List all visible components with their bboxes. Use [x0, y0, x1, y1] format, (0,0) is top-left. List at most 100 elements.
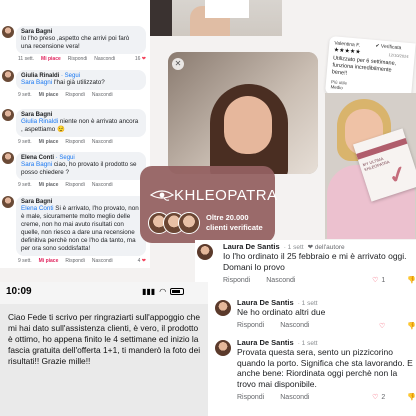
comment-text: Giulia Rinaldi niente non è arrivato anc… — [21, 118, 139, 133]
comment-text: Sara Bagni ciao, ho provato il prodotto … — [21, 161, 137, 176]
comment-text: Ne ho ordinato altri due — [237, 307, 326, 317]
battery-icon — [170, 288, 185, 295]
comment-bubble: Giulia Rinaldi · Segui Sara Bagni l'hai … — [16, 70, 146, 90]
verified-customers-count: Oltre 20.000 clienti verificate — [206, 213, 263, 232]
comment-time: 9 sett. — [18, 92, 32, 98]
customer-selfie-photo: ✕ — [168, 52, 318, 174]
like-icon[interactable]: ♡ — [379, 322, 385, 330]
brand-badge: KHLEOPATRA Oltre 20.000 clienti verifica… — [140, 166, 278, 243]
message-text: Ciao Fede ti scrivo per ringraziarti sul… — [0, 304, 208, 416]
avatar[interactable] — [2, 196, 14, 208]
comment-actions: 9 sett. Mi piace Rispondi Nascondi — [18, 92, 146, 98]
commenter-name[interactable]: Laura De Santis — [237, 298, 294, 307]
comment-actions: 9 sett. Mi piace Rispondi Nascondi 4 ❤ — [18, 258, 146, 264]
comment-header: Laura De Santis · 1 sett — [237, 338, 416, 347]
avatar[interactable] — [215, 300, 231, 316]
hide-button[interactable]: Nascondi — [280, 394, 309, 401]
like-button[interactable]: Mi piace — [39, 258, 59, 264]
avatar[interactable] — [2, 26, 14, 38]
avatar[interactable] — [2, 109, 14, 121]
comment-text: Io l'ho ordinato il 25 febbraio e mi è a… — [223, 251, 407, 272]
comment-time: 11 sett. — [18, 56, 35, 62]
reply-button[interactable]: Rispondi — [68, 56, 87, 62]
comment-actions: Rispondi Nascondi ♡ 👎 — [237, 322, 416, 330]
review-text: Utilizzato per 6 settimane, funziona inc… — [331, 55, 397, 77]
heart-icon[interactable]: ♡ — [372, 393, 378, 401]
reply-comment-2: Laura De Santis · 1 sett Ne ho ordinato … — [215, 298, 416, 330]
heart-icon: ❤ — [141, 258, 146, 264]
reaction-count: 16 ❤ — [134, 56, 146, 62]
comment-bubble: Elena Conti · Segui Sara Bagni ciao, ho … — [16, 152, 146, 180]
like-button[interactable]: Mi piace — [41, 56, 61, 62]
comment-time: · 1 sett — [297, 300, 318, 307]
comment-elena: Elena Conti · Segui Sara Bagni ciao, ho … — [2, 152, 146, 188]
comment-sara-2: Sara Bagni Giulia Rinaldi niente non è a… — [2, 109, 146, 145]
customer-avatars — [148, 212, 200, 234]
mention-link[interactable]: Giulia Rinaldi — [21, 118, 58, 125]
like-button[interactable]: Mi piace — [39, 92, 59, 98]
status-icons: ▮▮▮ ◠ — [142, 287, 185, 296]
reply-thread: Laura De Santis · 1 sett ❤ dell'autore I… — [195, 240, 416, 416]
reaction-count: ♡ 1 — [372, 276, 386, 285]
phone-message-screenshot: 10:09 ▮▮▮ ◠ Ciao Fede ti scrivo per ring… — [0, 282, 208, 416]
reaction-count: 4 ❤ — [137, 258, 146, 264]
comment-text: Elena Conti Si è arrivato, l'ho provato,… — [21, 205, 139, 252]
hide-button[interactable]: Nascondi — [92, 182, 113, 188]
mention-link[interactable]: Sara Bagni — [21, 79, 52, 86]
hide-button[interactable]: Nascondi — [92, 92, 113, 98]
review-card: Valentina F. ✔ Verificata ★★★★★ 12/10/20… — [324, 36, 416, 102]
dislike-icon[interactable]: 👎 — [407, 322, 416, 330]
heart-icon: ❤ — [141, 56, 146, 62]
hide-button[interactable]: Nascondi — [280, 322, 309, 329]
dislike-icon[interactable]: 👎 — [407, 393, 416, 401]
reply-comment-3: Laura De Santis · 1 sett Provata questa … — [215, 338, 416, 401]
eye-logo-icon — [150, 190, 174, 201]
comment-header: Laura De Santis · 1 sett ❤ dell'autore — [223, 242, 416, 251]
hide-button[interactable]: Nascondi — [94, 56, 115, 62]
reply-button[interactable]: Rispondi — [237, 394, 264, 401]
close-icon[interactable]: ✕ — [172, 58, 184, 70]
reply-button[interactable]: Rispondi — [65, 92, 84, 98]
reply-comment-1: Laura De Santis · 1 sett ❤ dell'autore I… — [195, 242, 416, 284]
avatar[interactable] — [197, 244, 213, 260]
dislike-icon[interactable]: 👎 — [407, 276, 416, 284]
avatar[interactable] — [215, 340, 231, 356]
comment-giulia: Giulia Rinaldi · Segui Sara Bagni l'hai … — [2, 70, 146, 98]
comment-text: Io l'ho preso ,aspetto che arrivi poi fa… — [21, 35, 130, 50]
hide-button[interactable]: Nascondi — [266, 277, 295, 284]
like-button[interactable]: Mi piace — [39, 139, 59, 145]
signal-icon: ▮▮▮ — [142, 287, 156, 296]
mention-link[interactable]: Elena Conti — [21, 205, 54, 212]
comment-time: 9 sett. — [18, 258, 32, 264]
comment-time: 9 sett. — [18, 139, 32, 145]
status-time: 10:09 — [6, 286, 32, 297]
reply-button[interactable]: Rispondi — [223, 277, 250, 284]
comment-actions: 9 sett. Mi piace Rispondi Nascondi — [18, 182, 146, 188]
comment-time: 9 sett. — [18, 182, 32, 188]
comment-time: · 1 sett — [283, 244, 304, 251]
comment-sara-3: Sara Bagni Elena Conti Si è arrivato, l'… — [2, 196, 146, 264]
reply-button[interactable]: Rispondi — [65, 182, 84, 188]
product-photo-top — [150, 0, 282, 36]
wifi-icon: ◠ — [159, 287, 167, 296]
commenter-name[interactable]: Laura De Santis — [237, 338, 294, 347]
reply-button[interactable]: Rispondi — [237, 322, 264, 329]
comment-bubble: Sara Bagni Elena Conti Si è arrivato, l'… — [16, 196, 146, 256]
reply-button[interactable]: Rispondi — [65, 139, 84, 145]
customer-with-product-photo: MY ULTIMA KHLEOPATRA ✓ — [325, 93, 416, 239]
comment-text: Sara Bagni l'hai già utilizzato? — [21, 79, 105, 86]
comment-bubble: Sara Bagni Giulia Rinaldi niente non è a… — [16, 109, 146, 137]
brand-name: KHLEOPATRA — [174, 187, 278, 204]
like-button[interactable]: Mi piace — [39, 182, 59, 188]
hide-button[interactable]: Nascondi — [92, 139, 113, 145]
hide-button[interactable]: Nascondi — [92, 258, 113, 264]
reaction-count: ♡ 2 — [372, 393, 386, 402]
heart-icon[interactable]: ♡ — [372, 276, 378, 284]
avatar[interactable] — [2, 152, 14, 164]
commenter-name[interactable]: Laura De Santis — [223, 242, 280, 251]
reply-button[interactable]: Rispondi — [65, 258, 84, 264]
comment-actions: 11 sett. Mi piace Rispondi Nascondi 16 ❤ — [18, 56, 146, 62]
comment-sara-1: Sara Bagni Io l'ho preso ,aspetto che ar… — [2, 26, 146, 62]
mention-link[interactable]: Sara Bagni — [21, 161, 52, 168]
avatar[interactable] — [2, 70, 14, 82]
